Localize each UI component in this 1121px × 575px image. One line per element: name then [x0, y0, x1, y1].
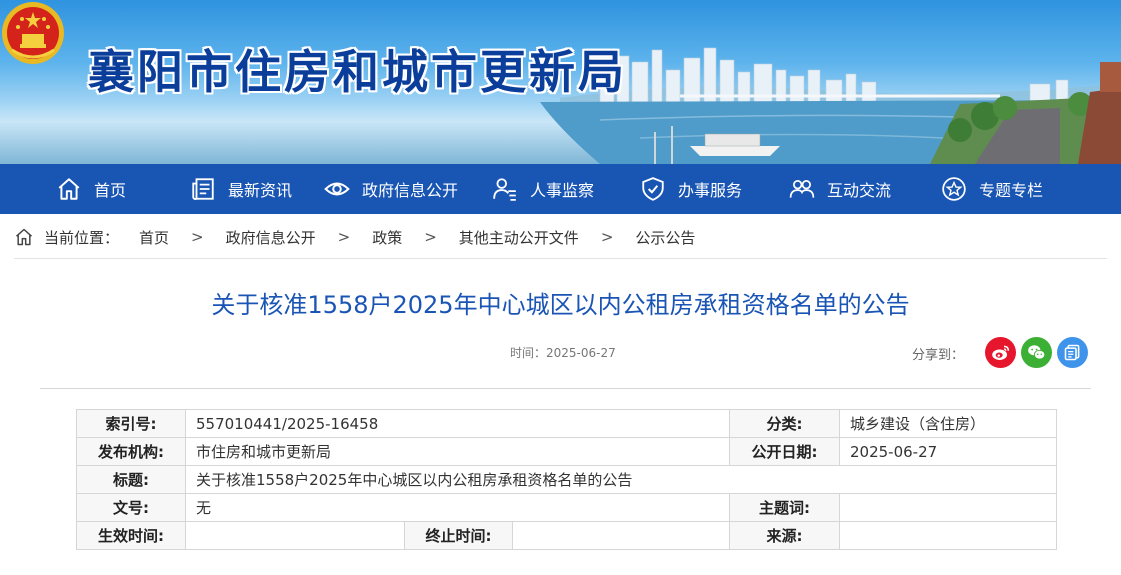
weibo-icon [992, 345, 1010, 360]
breadcrumb: 当前位置： 首页 > 政府信息公开 > 政策 > 其他主动公开文件 > 公示公告 [14, 224, 695, 250]
end-date-value [512, 521, 730, 550]
category-value: 城乡建设（含住房） [839, 409, 1057, 438]
qzone-icon [1064, 344, 1080, 361]
national-emblem-icon [2, 2, 64, 64]
publisher-value: 市住房和城市更新局 [185, 437, 730, 466]
nav-item-label: 人事监察 [530, 181, 595, 200]
site-title: 襄阳市住房和城市更新局 [88, 45, 627, 99]
news-icon [192, 178, 214, 200]
nav-item-home[interactable]: 首页 [56, 164, 126, 214]
nav-item-personnel[interactable]: 人事监察 [492, 164, 594, 214]
person-list-icon [493, 178, 516, 201]
site-banner: 襄阳市住房和城市更新局 [0, 0, 1121, 164]
index-number-label: 索引号: [76, 409, 186, 438]
document-info-table: 索引号: 557010441/2025-16458 分类: 城乡建设（含住房） … [76, 409, 1057, 550]
nav-item-gov-info[interactable]: 政府信息公开 [324, 164, 458, 214]
source-value [839, 521, 1057, 550]
breadcrumb-link-gov-info[interactable]: 政府信息公开 [226, 227, 316, 248]
shield-check-icon [642, 177, 664, 201]
eye-icon [324, 182, 350, 196]
nav-item-label: 专题专栏 [979, 181, 1044, 200]
category-label: 分类: [729, 409, 840, 438]
publisher-label: 发布机构: [76, 437, 186, 466]
share-wechat-button[interactable] [1021, 337, 1052, 368]
title-label: 标题: [76, 465, 186, 494]
keywords-label: 主题词: [729, 493, 840, 522]
breadcrumb-separator: > [600, 228, 614, 246]
home-icon [16, 228, 32, 246]
nav-item-label: 办事服务 [678, 181, 743, 200]
publish-date-value: 2025-06-27 [839, 437, 1057, 466]
breadcrumb-separator: > [337, 228, 351, 246]
title-value: 关于核准1558户2025年中心城区以内公租房承租资格名单的公告 [185, 465, 1057, 494]
share-label: 分享到： [912, 348, 965, 363]
breadcrumb-separator: > [424, 228, 437, 246]
nav-item-interaction[interactable]: 互动交流 [789, 164, 891, 214]
breadcrumb-link-policy[interactable]: 政策 [372, 227, 402, 248]
nav-item-news[interactable]: 最新资讯 [190, 164, 292, 214]
header-divider [40, 388, 1091, 389]
nav-item-label: 政府信息公开 [362, 181, 459, 200]
publish-time: 时间：2025-06-27 [510, 346, 616, 360]
article-title: 关于核准1558户2025年中心城区以内公租房承租资格名单的公告 [211, 291, 910, 319]
people-chat-icon [789, 180, 815, 198]
home-icon [58, 178, 80, 200]
table-row: 索引号: 557010441/2025-16458 分类: 城乡建设（含住房） [76, 409, 1057, 438]
source-label: 来源: [729, 521, 840, 550]
index-number-value: 557010441/2025-16458 [185, 409, 730, 438]
nav-item-label: 互动交流 [827, 181, 892, 200]
breadcrumb-divider [14, 258, 1107, 259]
breadcrumb-separator: > [191, 228, 204, 246]
nav-item-label: 首页 [94, 181, 127, 200]
effective-date-label: 生效时间: [76, 521, 186, 550]
main-nav: 首页 最新资讯 政府信息公开 人事监察 办事服务 互动交流 专题专栏 [0, 164, 1121, 214]
breadcrumb-label: 当前位置： [44, 228, 120, 247]
share-qzone-button[interactable] [1057, 337, 1088, 368]
nav-item-services[interactable]: 办事服务 [640, 164, 742, 214]
star-circle-icon [942, 177, 966, 201]
table-row: 标题: 关于核准1558户2025年中心城区以内公租房承租资格名单的公告 [76, 465, 1057, 494]
breadcrumb-link-home[interactable]: 首页 [139, 227, 169, 248]
share-weibo-button[interactable] [985, 337, 1016, 368]
nav-item-topics[interactable]: 专题专栏 [941, 164, 1043, 214]
table-row: 生效时间: 终止时间: 来源: [76, 521, 1057, 550]
table-row: 发布机构: 市住房和城市更新局 公开日期: 2025-06-27 [76, 437, 1057, 466]
breadcrumb-link-other-files[interactable]: 其他主动公开文件 [459, 227, 579, 248]
table-row: 文号: 无 主题词: [76, 493, 1057, 522]
breadcrumb-link-notices[interactable]: 公示公告 [635, 227, 695, 248]
document-number-label: 文号: [76, 493, 186, 522]
keywords-value [839, 493, 1057, 522]
effective-date-value [185, 521, 405, 550]
wechat-icon [1028, 345, 1046, 360]
document-number-value: 无 [185, 493, 730, 522]
publish-date-label: 公开日期: [729, 437, 840, 466]
nav-item-label: 最新资讯 [228, 181, 293, 200]
end-date-label: 终止时间: [404, 521, 513, 550]
